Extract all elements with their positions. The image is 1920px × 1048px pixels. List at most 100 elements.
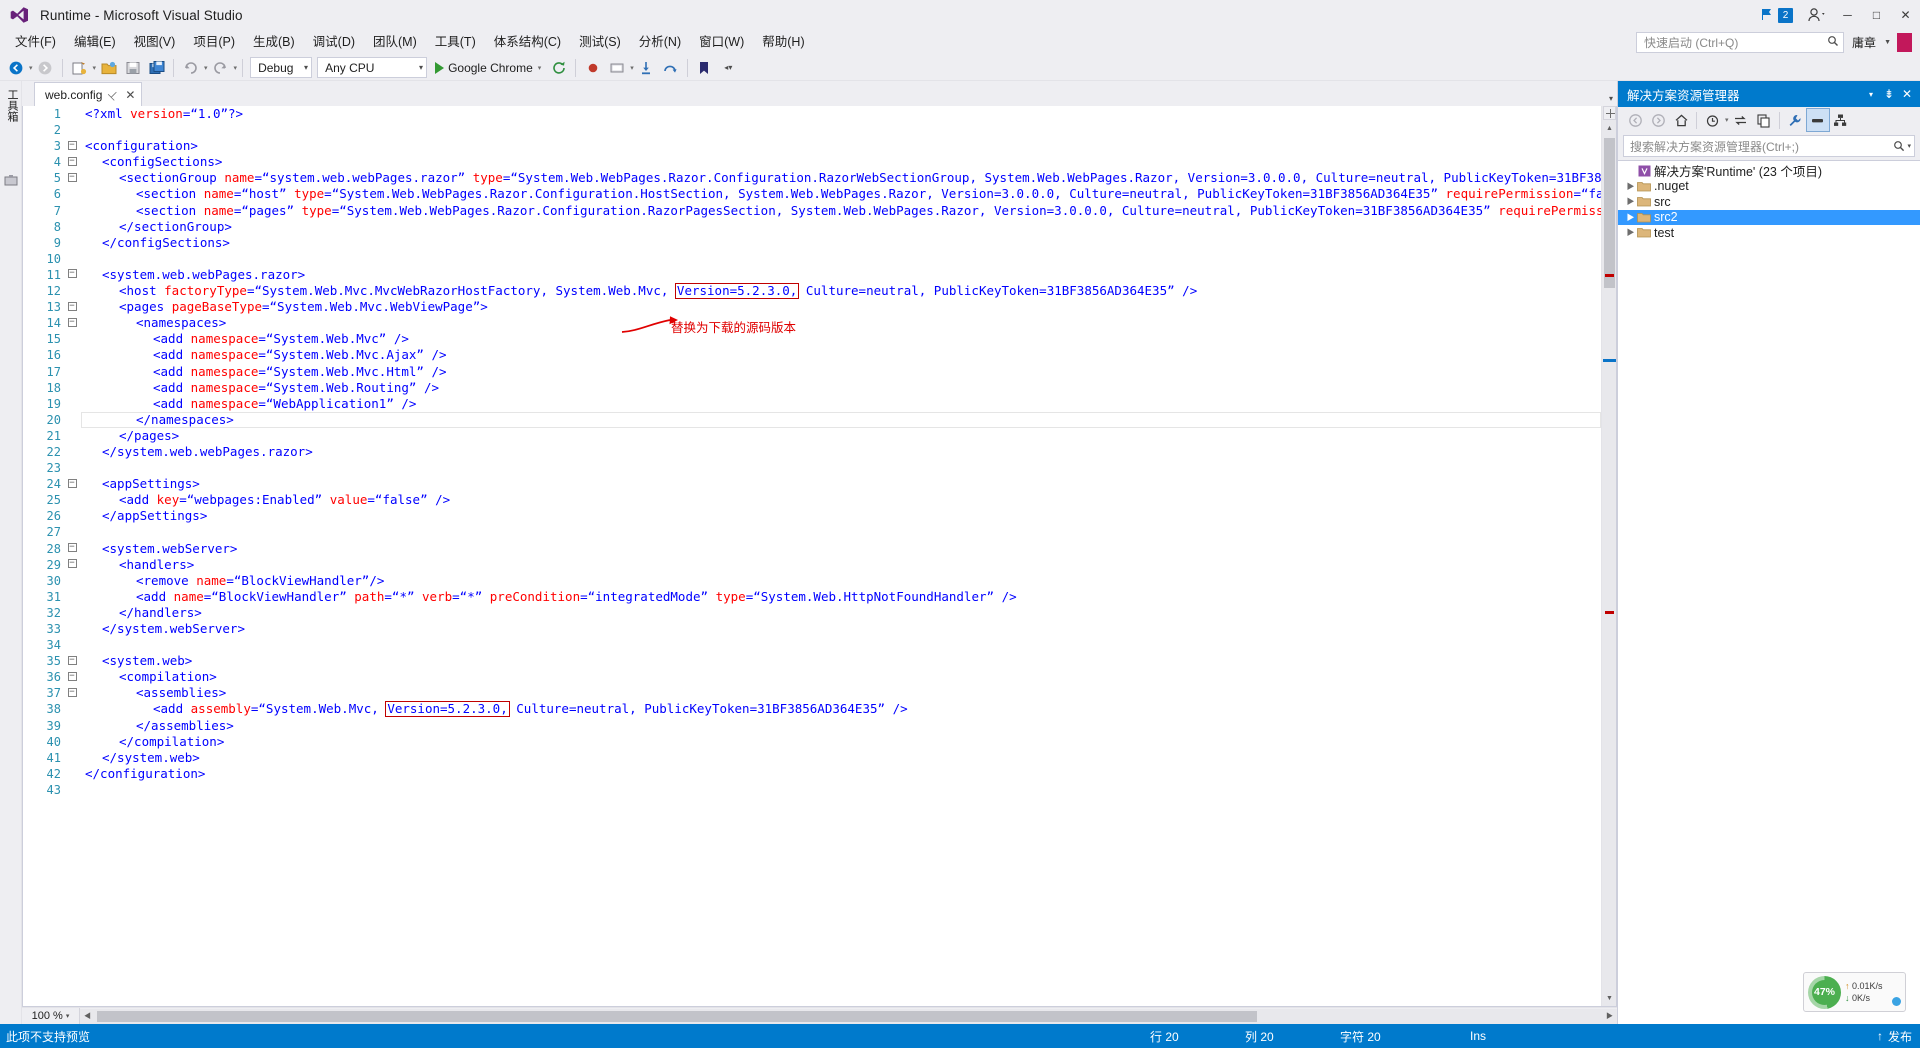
vertical-scroll-thumb[interactable] [1604, 138, 1615, 288]
refresh-icon[interactable] [547, 57, 570, 79]
solution-tree[interactable]: 解决方案'Runtime' (23 个项目) ▶ .nuget ▶ src ▶ src2 ▶… [1618, 160, 1920, 1024]
code-line[interactable]: 42 </configuration> [23, 766, 1601, 782]
fold-collapse-icon[interactable]: − [63, 557, 81, 573]
user-account-icon[interactable] [1807, 6, 1827, 24]
scroll-left-icon[interactable]: ◀ [80, 1008, 95, 1024]
fold-collapse-icon[interactable]: − [63, 653, 81, 669]
toolbar-overflow-icon[interactable]: ◂▾ [717, 57, 740, 79]
code-line[interactable]: 31 <add name=“BlockViewHandler” path=“*” … [23, 589, 1601, 605]
code-line[interactable]: 22 </system.web.webPages.razor> [23, 444, 1601, 460]
scroll-right-icon[interactable]: ▶ [1602, 1008, 1617, 1024]
start-debugging-button[interactable]: Google Chrome ▾ [430, 57, 546, 79]
properties-wrench-icon[interactable] [1784, 109, 1806, 131]
code-line[interactable]: 14− <namespaces> [23, 315, 1601, 331]
code-line[interactable]: 19 <add namespace=“WebApplication1” /> [23, 396, 1601, 412]
close-button[interactable]: ✕ [1891, 1, 1920, 30]
code-line[interactable]: 13− <pages pageBaseType=“System.Web.Mvc.W… [23, 299, 1601, 315]
navigate-forward-icon[interactable] [34, 57, 57, 79]
undo-dropdown-icon[interactable]: ▾ [204, 64, 208, 72]
save-all-icon[interactable] [145, 57, 168, 79]
redo-dropdown-icon[interactable]: ▾ [234, 64, 238, 72]
menu-project[interactable]: 项目(P) [184, 31, 244, 54]
redo-icon[interactable] [209, 57, 232, 79]
code-line[interactable]: 4− <configSections> [23, 154, 1601, 170]
code-line[interactable]: 30 <remove name=“BlockViewHandler”/> [23, 573, 1601, 589]
code-line[interactable]: 21 </pages> [23, 428, 1601, 444]
solution-configuration-combo[interactable]: Debug ▾ [250, 57, 313, 78]
tree-node-solution-root[interactable]: 解决方案'Runtime' (23 个项目) [1618, 163, 1920, 179]
solution-search-input[interactable]: 搜索解决方案资源管理器(Ctrl+;) ▾ [1623, 135, 1915, 157]
solution-view-icon[interactable] [1830, 109, 1852, 131]
back-icon[interactable] [1624, 109, 1646, 131]
menu-architecture[interactable]: 体系结构(C) [485, 31, 570, 54]
tab-list-dropdown-icon[interactable]: ▾ [1609, 94, 1613, 103]
code-line[interactable]: 5− <sectionGroup name=“system.web.webPage… [23, 170, 1601, 186]
tree-node-src2[interactable]: ▶ src2 [1618, 209, 1920, 225]
split-view-handle[interactable] [1603, 106, 1616, 120]
expander-icon[interactable]: ▶ [1624, 227, 1637, 238]
panel-menu-chevron-icon[interactable]: ▾ [1862, 84, 1880, 104]
new-project-dropdown-icon[interactable]: ▾ [93, 64, 97, 72]
fold-collapse-icon[interactable]: − [63, 299, 81, 315]
menu-test[interactable]: 测试(S) [570, 31, 630, 54]
maximize-button[interactable]: □ [1862, 1, 1891, 30]
publish-button[interactable]: ↑ 发布 [1877, 1028, 1912, 1045]
sync-icon[interactable] [1730, 109, 1752, 131]
minimize-button[interactable]: ─ [1833, 1, 1862, 30]
scroll-up-icon[interactable]: ▲ [1602, 121, 1617, 136]
code-line[interactable]: 43 [23, 782, 1601, 798]
performance-widget[interactable]: 47% ↑ 0.01K/s ↓ 0K/s [1803, 972, 1906, 1012]
menu-tools[interactable]: 工具(T) [426, 31, 485, 54]
menu-file[interactable]: 文件(F) [6, 31, 65, 54]
code-line[interactable]: 32 </handlers> [23, 605, 1601, 621]
code-line[interactable]: 23 [23, 460, 1601, 476]
code-line[interactable]: 2 [23, 122, 1601, 138]
toolbox-rail[interactable]: 工具箱 [0, 81, 22, 1024]
fold-collapse-icon[interactable]: − [63, 476, 81, 492]
code-line[interactable]: 6 <section name=“host” type=“System.Web.W… [23, 186, 1601, 202]
code-line[interactable]: 9 </configSections> [23, 235, 1601, 251]
menu-window[interactable]: 窗口(W) [690, 31, 753, 54]
solution-platform-combo[interactable]: Any CPU ▾ [317, 57, 428, 78]
editor-vertical-scrollbar[interactable]: ▲ ▼ [1601, 106, 1616, 1006]
code-line[interactable]: 12 <host factoryType=“System.Web.Mvc.MvcW… [23, 283, 1601, 300]
user-name-label[interactable]: 庸章 [1850, 34, 1878, 51]
editor-zoom-control[interactable]: 100 % ▾ [22, 1007, 80, 1025]
code-line[interactable]: 24− <appSettings> [23, 476, 1601, 492]
code-line[interactable]: 35− <system.web> [23, 653, 1601, 669]
notifications-button[interactable]: 2 [1755, 7, 1797, 23]
tree-node-test[interactable]: ▶ test [1618, 225, 1920, 241]
tree-node-nuget[interactable]: ▶ .nuget [1618, 179, 1920, 195]
expander-icon[interactable]: ▶ [1624, 181, 1637, 192]
expander-icon[interactable]: ▶ [1624, 196, 1637, 207]
step-into-icon[interactable] [635, 57, 658, 79]
code-line[interactable]: 15 <add namespace=“System.Web.Mvc” /> [23, 331, 1601, 347]
code-line[interactable]: 26 </appSettings> [23, 508, 1601, 524]
fold-collapse-icon[interactable]: − [63, 170, 81, 186]
expander-icon[interactable]: ▶ [1624, 212, 1637, 223]
quick-launch-input[interactable]: 快速启动 (Ctrl+Q) [1636, 32, 1845, 53]
show-all-files-icon[interactable] [1805, 108, 1830, 132]
fold-collapse-icon[interactable]: − [63, 541, 81, 557]
code-line[interactable]: 27 [23, 524, 1601, 540]
menu-debug[interactable]: 调试(D) [304, 31, 364, 54]
code-line[interactable]: 34 [23, 637, 1601, 653]
fold-collapse-icon[interactable]: − [63, 315, 81, 331]
code-line[interactable]: 33 </system.webServer> [23, 621, 1601, 637]
code-line[interactable]: 28− <system.webServer> [23, 541, 1601, 557]
code-line[interactable]: 11− <system.web.webPages.razor> [23, 267, 1601, 283]
pending-changes-dropdown-icon[interactable]: ▾ [1725, 116, 1729, 124]
chevron-down-icon[interactable]: ▼ [1884, 39, 1891, 46]
fold-collapse-icon[interactable]: − [63, 138, 81, 154]
code-line[interactable]: 8 </sectionGroup> [23, 219, 1601, 235]
new-project-icon[interactable] [68, 57, 91, 79]
code-line[interactable]: 7 <section name=“pages” type=“System.Web.… [23, 203, 1601, 219]
code-line[interactable]: 17 <add namespace=“System.Web.Mvc.Html” /… [23, 364, 1601, 380]
close-icon[interactable]: ✕ [125, 89, 135, 101]
code-line[interactable]: 18 <add namespace=“System.Web.Routing” /> [23, 380, 1601, 396]
code-line[interactable]: 3− <configuration> [23, 138, 1601, 154]
menu-build[interactable]: 生成(B) [244, 31, 304, 54]
horizontal-scroll-thumb[interactable] [97, 1010, 1257, 1022]
code-line[interactable]: 20 </namespaces> [23, 412, 1601, 428]
close-icon[interactable]: ✕ [1898, 84, 1916, 104]
